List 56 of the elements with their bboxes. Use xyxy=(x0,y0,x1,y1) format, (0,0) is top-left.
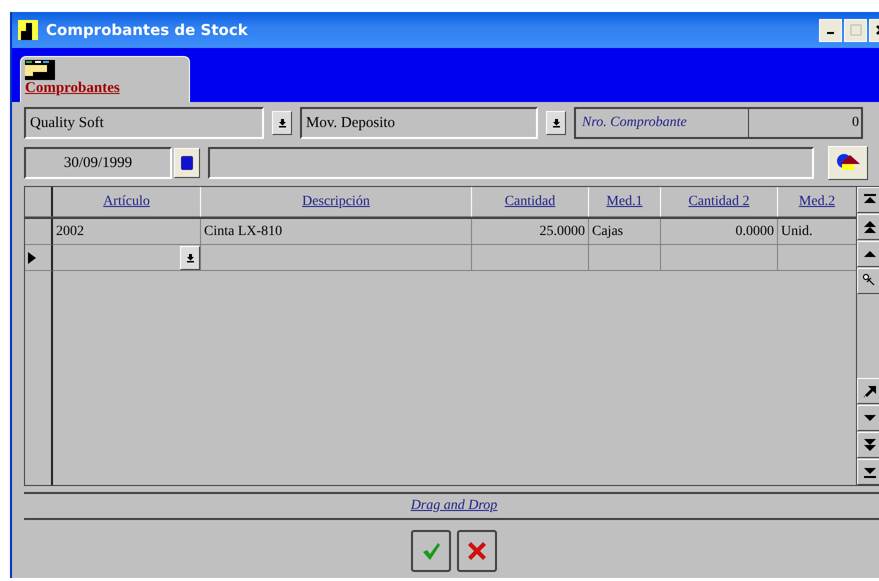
text-field[interactable] xyxy=(208,147,814,179)
table-cell[interactable] xyxy=(589,245,661,271)
cancel-button[interactable] xyxy=(457,530,497,572)
previous-page-icon xyxy=(862,219,878,235)
maximize-button[interactable] xyxy=(844,18,867,42)
pushpin-button[interactable] xyxy=(857,268,879,294)
current-row-icon xyxy=(28,252,36,264)
jump-arrow-icon xyxy=(862,383,878,399)
building-icon xyxy=(18,20,38,40)
company-field[interactable]: Quality Soft xyxy=(24,107,264,139)
corner-header xyxy=(25,187,53,217)
row-header[interactable] xyxy=(25,219,53,245)
previous-page-button[interactable] xyxy=(857,214,879,240)
column-header[interactable]: Artículo xyxy=(53,187,201,217)
cross-icon xyxy=(466,540,488,562)
table-cell: 25.0000 xyxy=(472,219,589,245)
dropdown-button[interactable] xyxy=(546,111,566,135)
shapes-icon xyxy=(836,153,860,173)
jump-arrow-button[interactable] xyxy=(857,378,879,404)
drag-and-drop-link[interactable]: Drag and Drop xyxy=(410,498,498,514)
dropdown-button[interactable] xyxy=(272,111,292,135)
table-cell: 2002 xyxy=(53,219,201,245)
down-arrow-icon xyxy=(278,118,286,128)
column-header[interactable]: Med.2 xyxy=(778,187,856,217)
table-cell: 0.0000 xyxy=(661,219,778,245)
first-record-button[interactable] xyxy=(857,187,879,213)
window-title: Comprobantes de Stock xyxy=(46,21,248,39)
table-cell[interactable] xyxy=(472,245,589,271)
table-cell: Unid. xyxy=(778,219,856,245)
minimize-button[interactable] xyxy=(819,18,842,42)
action-button[interactable] xyxy=(828,146,868,180)
next-page-icon xyxy=(862,437,878,453)
calendar-button[interactable] xyxy=(174,148,200,178)
dropdown-button[interactable] xyxy=(180,246,200,270)
previous-record-button[interactable] xyxy=(857,241,879,267)
table-cell: Cajas xyxy=(589,219,661,245)
movement-field[interactable]: Mov. Deposito xyxy=(300,107,538,139)
date-field[interactable]: 30/09/1999 xyxy=(24,147,172,179)
accept-button[interactable] xyxy=(411,530,451,572)
calendar-icon xyxy=(181,156,193,170)
checkmark-icon xyxy=(421,541,441,561)
down-arrow-icon xyxy=(552,118,560,128)
row-header[interactable] xyxy=(25,245,53,271)
table-cell[interactable] xyxy=(201,245,472,271)
down-arrow-icon xyxy=(186,252,194,262)
next-record-button[interactable] xyxy=(857,405,879,431)
table-cell: Cinta LX-810 xyxy=(201,219,472,245)
next-page-button[interactable] xyxy=(857,432,879,458)
maximize-icon xyxy=(850,24,862,36)
column-header[interactable]: Descripción xyxy=(201,187,472,217)
column-header[interactable]: Cantidad 2 xyxy=(661,187,778,217)
column-header[interactable]: Med.1 xyxy=(589,187,661,217)
tab[interactable]: Comprobantes xyxy=(20,56,190,104)
table-cell[interactable] xyxy=(661,245,778,271)
column-header[interactable]: Cantidad xyxy=(472,187,589,217)
last-record-button[interactable] xyxy=(857,459,879,485)
